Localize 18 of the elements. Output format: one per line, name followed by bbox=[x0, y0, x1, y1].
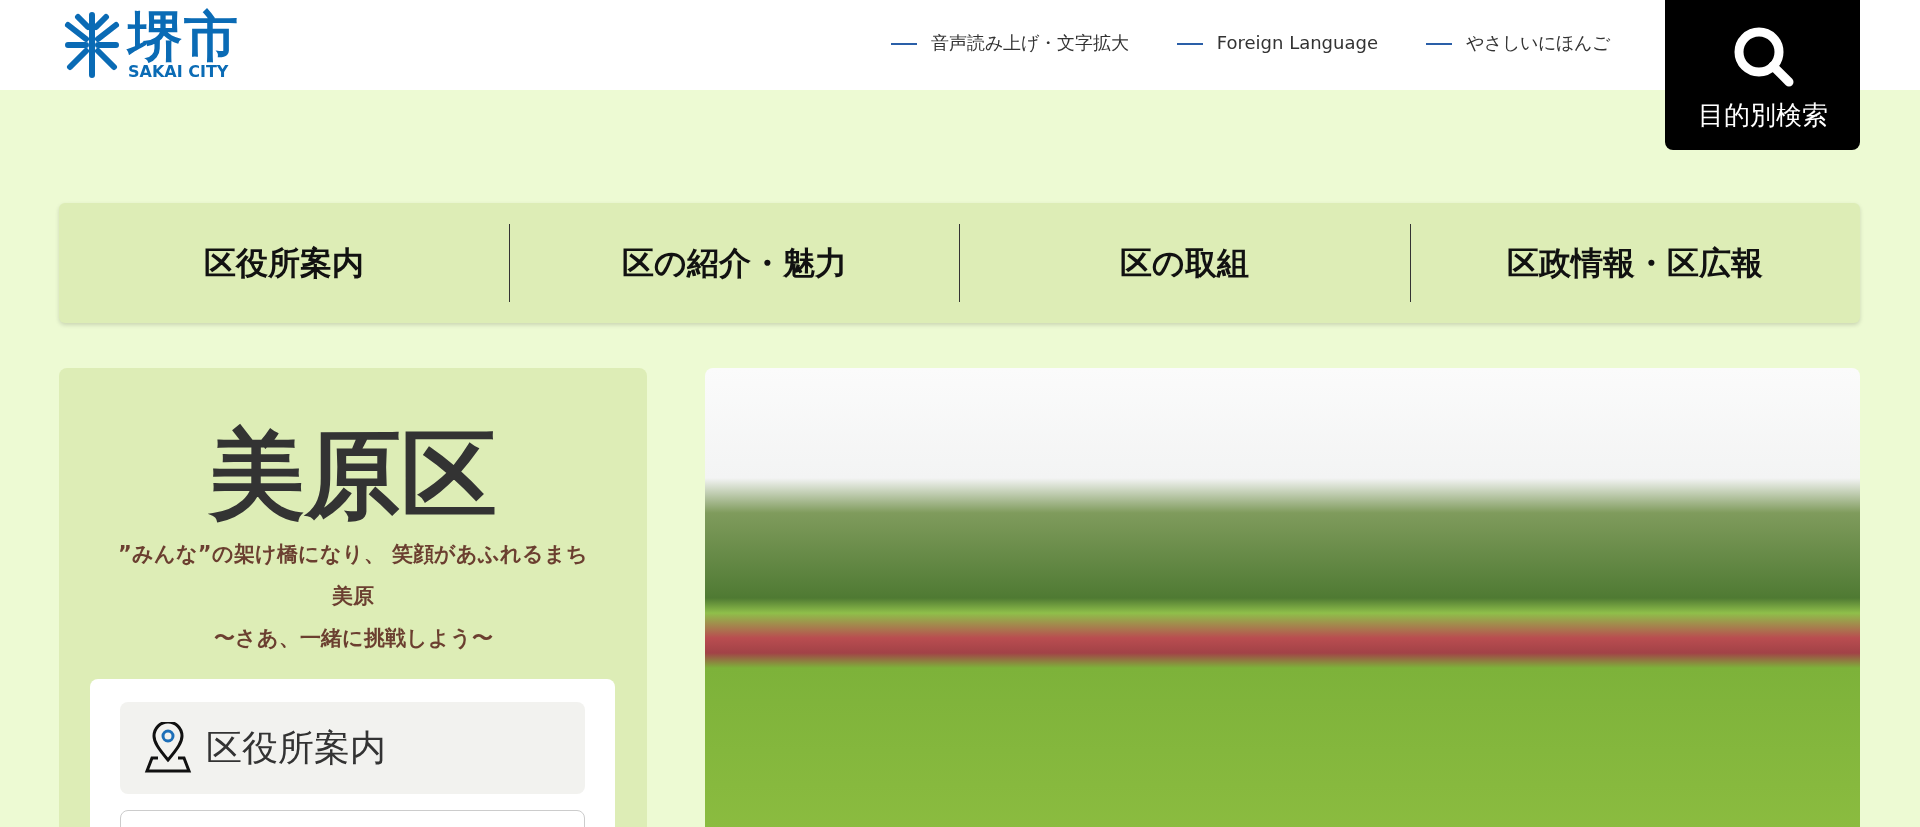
nav-link[interactable]: 区の紹介・魅力 bbox=[509, 239, 959, 287]
nav-link[interactable]: 区政情報・区広報 bbox=[1410, 239, 1860, 287]
map-pin-icon bbox=[144, 722, 192, 775]
utility-link[interactable]: Foreign Language bbox=[1176, 28, 1378, 56]
logo-text: 堺市 bbox=[128, 10, 240, 64]
search-button[interactable]: 目的別検索 bbox=[1665, 0, 1860, 150]
nav-link[interactable]: 区役所案内 bbox=[59, 239, 509, 287]
utility-link[interactable]: 音声読み上げ・文字拡大 bbox=[890, 28, 1129, 56]
tagline-text: 〜さあ、一緒に挑戦しよう〜 bbox=[212, 625, 494, 653]
tagline-text: 美原 bbox=[331, 583, 375, 611]
utility-link[interactable]: やさしいにほんご bbox=[1426, 28, 1610, 56]
menu-button[interactable]: 区役所案内 bbox=[120, 702, 585, 795]
tagline-text: ”みんな”の架け橋になり、 笑顔があふれるまち bbox=[117, 541, 589, 569]
logo-subtitle: SAKAI CITY bbox=[128, 64, 229, 80]
snowflake-icon bbox=[64, 11, 120, 79]
ward-title: 美原区 bbox=[207, 418, 498, 533]
nav-link[interactable]: 区の取組 bbox=[960, 239, 1410, 287]
logo[interactable]: 堺市 SAKAI CITY bbox=[64, 10, 240, 80]
